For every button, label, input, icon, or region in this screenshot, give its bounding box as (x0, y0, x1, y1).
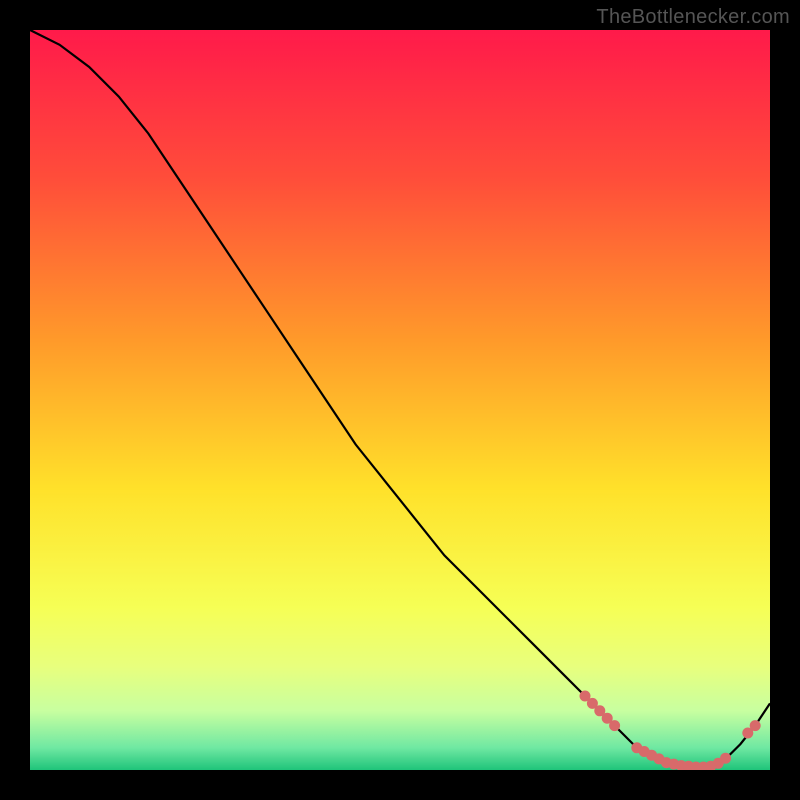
highlight-dot (750, 720, 761, 731)
chart-frame: TheBottlenecker.com (0, 0, 800, 800)
plot-area (30, 30, 770, 770)
chart-svg (30, 30, 770, 770)
gradient-background (30, 30, 770, 770)
highlight-dot (609, 720, 620, 731)
highlight-dot (720, 753, 731, 764)
watermark-text: TheBottlenecker.com (596, 6, 790, 29)
